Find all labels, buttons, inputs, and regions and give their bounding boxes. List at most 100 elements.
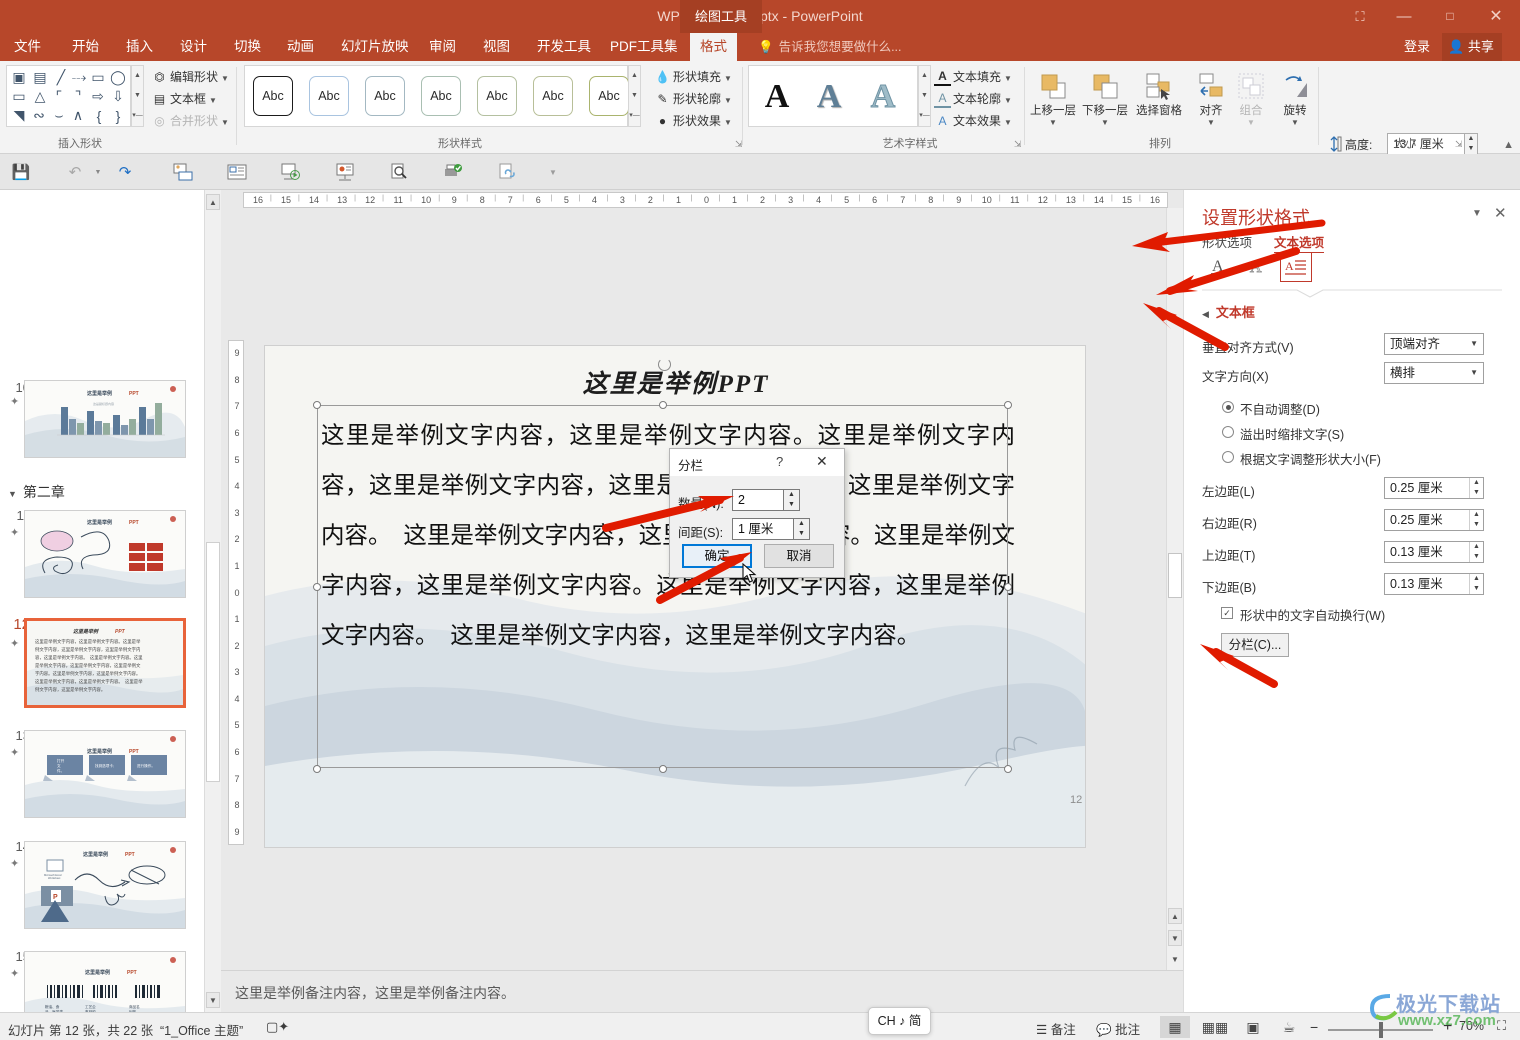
stepper-down-icon[interactable]: ▼ — [784, 500, 799, 510]
shape-style-2[interactable]: Abc — [309, 76, 349, 116]
accessibility-icon[interactable]: ▢✦ — [266, 1019, 289, 1035]
tab-text-options[interactable]: 文本选项 — [1274, 232, 1325, 253]
left-margin-input[interactable]: 0.25 厘米 ▲ ▼ — [1384, 477, 1484, 499]
shape-textbox-icon[interactable]: ▣ — [9, 68, 29, 87]
edit-scroll-thumb[interactable] — [1168, 553, 1182, 598]
expand-triangle-icon[interactable]: ◀ — [1202, 309, 1209, 319]
right-margin-stepper[interactable]: ▲ ▼ — [1469, 510, 1483, 530]
size-dialog-launcher-icon[interactable]: ⇲ — [1455, 139, 1463, 150]
fit-to-window-icon[interactable]: ⛶ — [1497, 1018, 1506, 1034]
resize-handle-e[interactable] — [1004, 583, 1012, 591]
section-textbox-header[interactable]: ◀ 文本框 — [1202, 302, 1255, 321]
zoom-out-button[interactable]: − — [1310, 1019, 1318, 1035]
radio-shrink-text[interactable] — [1222, 426, 1234, 438]
tab-developer[interactable]: 开发工具 — [527, 33, 601, 61]
tab-shape-options[interactable]: 形状选项 — [1202, 232, 1252, 251]
rotate-button[interactable]: 旋转 ▼ — [1272, 67, 1318, 127]
chevron-down-icon[interactable]: ▼ — [1030, 118, 1076, 127]
left-margin-stepper[interactable]: ▲ ▼ — [1469, 478, 1483, 498]
tab-insert[interactable]: 插入 — [116, 33, 163, 61]
insert-shapes-scrollbar[interactable]: ▲ ▼ ▾— — [131, 65, 144, 127]
theme-name[interactable]: “1_Office 主题” — [160, 1020, 243, 1039]
comments-button[interactable]: 💬 批注 — [1096, 1019, 1140, 1038]
thumbnail-slide-14[interactable]: 这里是举例 PPT Microsoft Excel Worksheet P — [24, 841, 186, 929]
previous-slide-icon[interactable]: ▲ — [1168, 908, 1182, 924]
shape-height-stepper[interactable]: ▲ ▼ — [1465, 133, 1478, 155]
dialog-close-icon[interactable]: ✕ — [816, 453, 828, 470]
thumbnail-slide-12[interactable]: 这里是举例 PPT 这里是举例文字内容，这里是举例文字内容。这里是举 例文字内容… — [24, 618, 186, 708]
print-preview-icon[interactable] — [386, 159, 412, 185]
chevron-down-icon[interactable]: ▼ — [1272, 118, 1318, 127]
stepper-up-icon[interactable]: ▲ — [1470, 542, 1483, 552]
columns-number-input[interactable]: 2 — [732, 489, 784, 511]
shape-style-7[interactable]: Abc — [589, 76, 629, 116]
resize-handle-sw[interactable] — [313, 765, 321, 773]
text-fill-button[interactable]: A 文本填充 ▼ — [933, 67, 1012, 88]
stepper-up-icon[interactable]: ▲ — [794, 519, 809, 529]
wordart-style-3[interactable]: A — [859, 74, 907, 120]
columns-number-stepper[interactable]: ▲ ▼ — [784, 489, 800, 511]
edit-shape-button[interactable]: ⏣ 编辑形状 ▼ — [150, 67, 229, 88]
rotate-handle[interactable] — [658, 358, 671, 371]
textbox-selection-frame[interactable] — [313, 401, 1012, 773]
shape-left-brace-icon[interactable]: { — [89, 106, 109, 125]
insert-shapes-gallery[interactable]: ▣ ▤ ╱ ⤏ ▭ ◯ ▭ △ ⌜ ⌝ ⇨ ⇩ ◥ ∾ ⌣ ∧ { } — [6, 65, 131, 127]
text-box-button[interactable]: ▤ 文本框 ▼ — [150, 89, 217, 110]
tab-format[interactable]: 格式 — [690, 33, 737, 61]
wordart-style-2[interactable]: A — [805, 74, 853, 120]
radio-resize-shape[interactable] — [1222, 451, 1234, 463]
dialog-help-icon[interactable]: ? — [776, 454, 783, 469]
thumbnail-slide-11[interactable]: 这里是举例 PPT — [24, 510, 186, 598]
wordart-scroll-down-icon[interactable]: ▼ — [919, 86, 930, 106]
text-effects-button[interactable]: A 文本效果 ▼ — [933, 111, 1011, 132]
maximize-button[interactable]: □ — [1432, 3, 1468, 30]
sign-in-button[interactable]: 登录 — [1404, 33, 1430, 61]
shape-curve-icon[interactable]: ⌣ — [49, 106, 69, 125]
stepper-up-icon[interactable]: ▲ — [784, 490, 799, 500]
shape-pie-icon[interactable]: ◥ — [9, 106, 29, 125]
resize-handle-s[interactable] — [659, 765, 667, 773]
tab-view[interactable]: 视图 — [473, 33, 520, 61]
textbox-layout-icon[interactable]: A — [1280, 252, 1312, 282]
stepper-down-icon[interactable]: ▼ — [1465, 144, 1477, 154]
radio-no-autofit[interactable] — [1222, 401, 1234, 413]
stepper-down-icon[interactable]: ▼ — [794, 529, 809, 539]
panel-scroll-thumb[interactable] — [206, 542, 220, 782]
text-outline-button[interactable]: A 文本轮廓 ▼ — [933, 89, 1012, 110]
right-margin-input[interactable]: 0.25 厘米 ▲ ▼ — [1384, 509, 1484, 531]
close-button[interactable]: ✕ — [1478, 3, 1514, 30]
section-header-chapter2[interactable]: ▼ 第二章 — [8, 482, 65, 502]
shape-stepped-icon[interactable]: ⌝ — [68, 87, 88, 106]
slide-sorter-icon[interactable]: ▦▦ — [1200, 1016, 1230, 1038]
styles-scroll-up-icon[interactable]: ▲ — [629, 66, 640, 86]
tab-file[interactable]: 文件 — [4, 33, 51, 61]
shapes-scroll-down-icon[interactable]: ▼ — [132, 86, 143, 106]
styles-scroll-down-icon[interactable]: ▼ — [629, 86, 640, 106]
reading-view-icon[interactable]: ▣ — [1238, 1016, 1268, 1038]
shape-arrow-line-icon[interactable]: ⤏ — [69, 68, 89, 87]
tab-animations[interactable]: 动画 — [277, 33, 324, 61]
thumbnail-slide-13[interactable]: 这里是举例 PPT 打开文件。 找到选项卡; 进行操作。 — [24, 730, 186, 818]
shape-style-4[interactable]: Abc — [421, 76, 461, 116]
present-icon[interactable] — [332, 159, 358, 185]
shape-style-5[interactable]: Abc — [477, 76, 517, 116]
panel-scroll-up-icon[interactable]: ▲ — [206, 194, 220, 210]
shape-freeform-icon[interactable]: ∾ — [29, 106, 49, 125]
shape-arc-icon[interactable]: ∧ — [68, 106, 88, 125]
quick-print-icon[interactable] — [440, 159, 466, 185]
slide-title[interactable]: 这里是举例PPT — [265, 364, 1085, 400]
vertical-ruler[interactable]: 9 8 7 6 5 4 3 2 1 0 1 2 3 4 5 6 7 8 9 — [228, 340, 244, 845]
shape-rectangle-icon[interactable]: ▭ — [88, 68, 108, 87]
styles-more-icon[interactable]: ▾— — [629, 106, 640, 126]
resize-handle-ne[interactable] — [1004, 401, 1012, 409]
start-slideshow-icon[interactable] — [278, 159, 304, 185]
shape-styles-gallery[interactable]: Abc Abc Abc Abc Abc Abc Abc — [244, 65, 629, 127]
top-margin-stepper[interactable]: ▲ ▼ — [1469, 542, 1483, 562]
slide-position-indicator[interactable]: 幻灯片 第 12 张，共 22 张 — [8, 1020, 153, 1039]
shape-styles-scrollbar[interactable]: ▲ ▼ ▾— — [628, 65, 641, 127]
text-effects-icon[interactable]: A — [1242, 252, 1274, 282]
new-slide-icon[interactable] — [224, 159, 250, 185]
notes-text[interactable]: 这里是举例备注内容，这里是举例备注内容。 — [235, 983, 515, 1003]
tab-pdf-tools[interactable]: PDF工具集 — [600, 33, 688, 61]
redo-icon[interactable]: ↷ — [112, 159, 138, 185]
